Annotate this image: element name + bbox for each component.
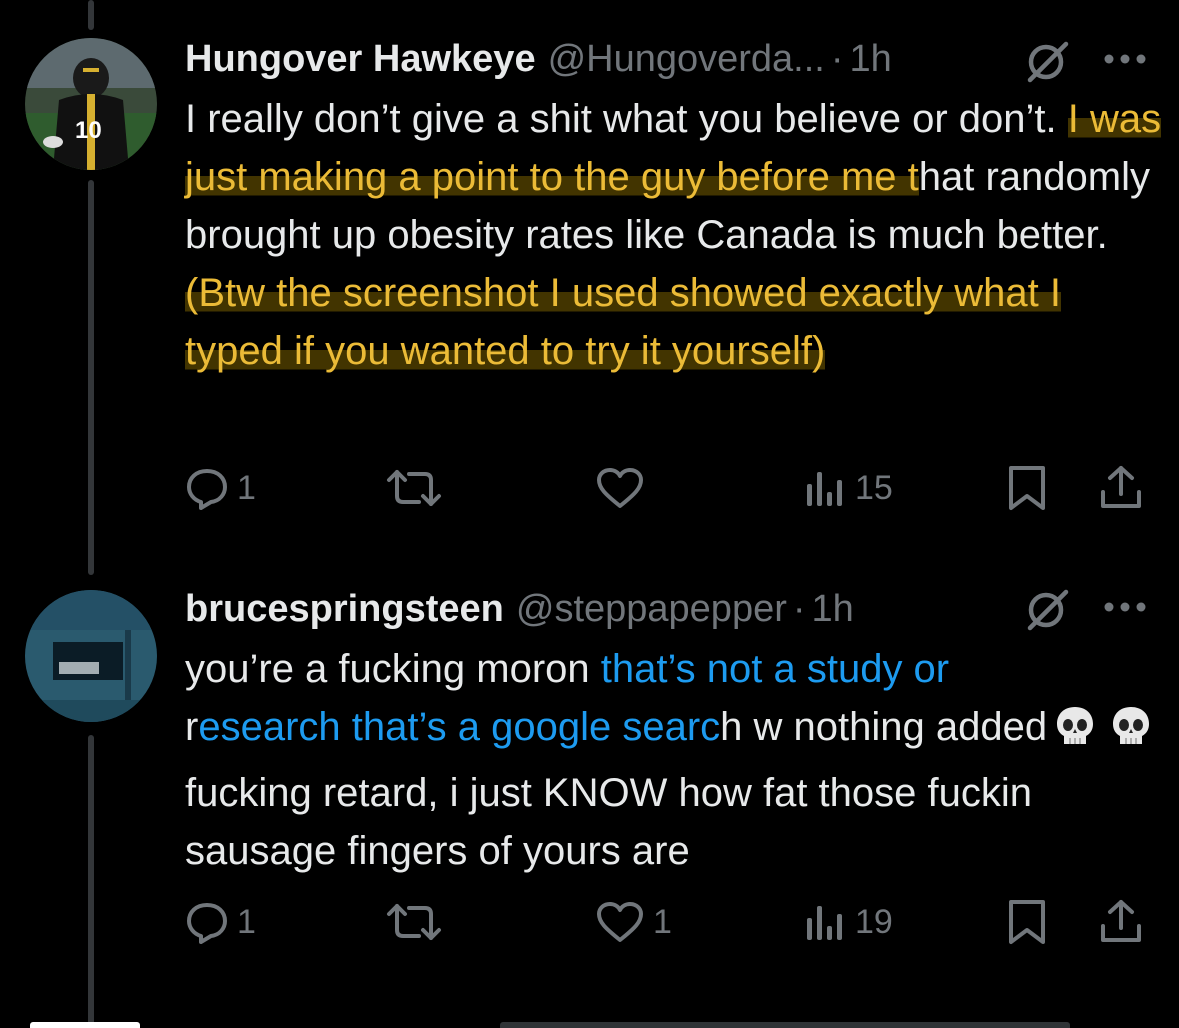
thread-line-2 — [88, 735, 94, 1028]
timestamp[interactable]: 1h — [850, 38, 892, 81]
views-icon — [807, 906, 842, 940]
share-button[interactable] — [1097, 892, 1145, 952]
text-part: I really don’t give a shit what you beli… — [185, 97, 1068, 141]
next-tweet-avatar-edge — [30, 1022, 140, 1028]
like-button[interactable]: 1 — [595, 892, 672, 952]
views-icon — [807, 472, 842, 506]
more-icon[interactable] — [1102, 600, 1148, 619]
tweet-header: Hungover Hawkeye @Hungoverda... · 1h — [185, 36, 1159, 82]
repost-button[interactable] — [385, 458, 451, 518]
separator: · — [830, 37, 844, 80]
bookmark-icon — [1009, 466, 1045, 510]
repost-icon — [387, 470, 441, 506]
selected-text: esearch that’s a google searc — [198, 705, 721, 749]
more-icon[interactable] — [1102, 52, 1148, 71]
avatar[interactable] — [25, 590, 157, 722]
view-count: 15 — [855, 468, 893, 507]
text-part: fucking retard, i just KNOW how fat thos… — [185, 771, 1033, 873]
user-handle[interactable]: @Hungoverda... — [548, 38, 825, 81]
next-tweet-edge — [500, 1022, 1070, 1028]
avatar[interactable]: 10 — [25, 38, 157, 170]
highlighted-text: (Btw the screenshot I used showed exactl… — [185, 271, 1061, 373]
action-bar: 1 1 19 — [185, 892, 1159, 952]
timestamp[interactable]: 1h — [812, 588, 854, 631]
bookmark-button[interactable] — [1005, 892, 1049, 952]
selected-text: that’s not a study or — [600, 647, 950, 691]
display-name[interactable]: Hungover Hawkeye — [185, 38, 536, 81]
like-icon — [597, 468, 643, 508]
jersey-number: 10 — [75, 117, 102, 144]
reply-icon — [187, 469, 227, 510]
text-part: you’re a fucking moron — [185, 647, 601, 691]
user-handle[interactable]: @steppapepper — [516, 588, 787, 631]
separator: · — [792, 587, 806, 630]
action-bar: 1 15 — [185, 458, 1159, 518]
share-icon — [1101, 466, 1141, 508]
share-button[interactable] — [1097, 458, 1145, 518]
bookmark-icon — [1009, 900, 1045, 944]
tweet-header: brucespringsteen @steppapepper · 1h — [185, 586, 1159, 632]
text-part: h w nothing added — [720, 705, 1048, 749]
views-button[interactable]: 15 — [803, 458, 893, 518]
display-name[interactable]: brucespringsteen — [185, 588, 504, 631]
view-count: 19 — [855, 902, 893, 941]
repost-icon — [387, 904, 441, 940]
repost-button[interactable] — [385, 892, 451, 952]
thread-line-1 — [88, 180, 94, 575]
text-part: r — [185, 705, 199, 749]
reply-count: 1 — [237, 468, 256, 507]
views-button[interactable]: 19 — [803, 892, 893, 952]
thread-line-top — [88, 0, 94, 30]
reply-button[interactable]: 1 — [185, 892, 256, 952]
reply-icon — [187, 903, 227, 944]
tweet-text: you’re a fucking moron that’s not a stud… — [185, 640, 1165, 880]
skull-emoji — [1109, 704, 1153, 764]
reply-button[interactable]: 1 — [185, 458, 256, 518]
like-icon — [597, 902, 643, 942]
like-button[interactable] — [595, 458, 653, 518]
tweet-text: I really don’t give a shit what you beli… — [185, 90, 1165, 380]
grok-icon[interactable] — [1022, 588, 1072, 637]
skull-emoji — [1053, 704, 1097, 764]
share-icon — [1101, 900, 1141, 942]
reply-count: 1 — [237, 902, 256, 941]
bookmark-button[interactable] — [1005, 458, 1049, 518]
like-count: 1 — [653, 902, 672, 941]
grok-icon[interactable] — [1022, 40, 1072, 89]
